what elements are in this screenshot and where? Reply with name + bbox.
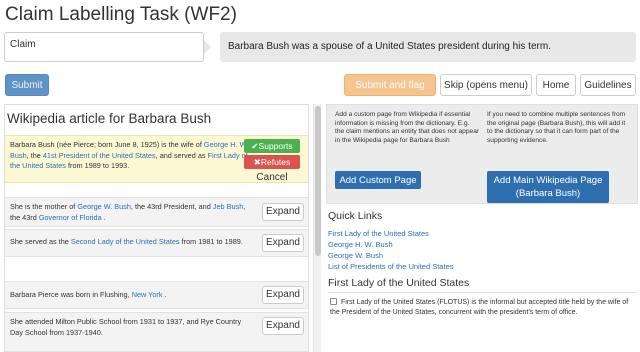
section-sentence: First Lady of the United States (FLOTUS)… <box>330 298 629 316</box>
sentence-text: She served as the Second Lady of the Uni… <box>10 237 243 246</box>
sentence-text: Barbara Pierce was born in Flushing, New… <box>10 290 167 299</box>
sentence-link[interactable]: Second Lady of the United States <box>71 237 180 246</box>
page-title: Claim Labelling Task (WF2) <box>5 4 237 25</box>
sentence-link[interactable]: George W. Bush <box>77 202 131 211</box>
claim-label: Claim <box>4 32 204 62</box>
quick-link[interactable]: George H. W. Bush <box>328 240 393 249</box>
quick-links-title: Quick Links <box>328 210 383 222</box>
sentence-checkbox[interactable] <box>330 298 337 305</box>
guidelines-button[interactable]: Guidelines <box>580 74 636 96</box>
sentence-link[interactable]: Jeb Bush <box>213 202 243 211</box>
section-title: First Lady of the United States <box>328 277 470 289</box>
label-actions: ✔Supports ✖Refutes Cancel <box>244 139 300 187</box>
add-custom-page-button[interactable]: Add Custom Page <box>335 171 421 189</box>
article-heading: Wikipedia article for Barbara Bush <box>7 111 212 126</box>
claim-text: Barbara Bush was a spouse of a United St… <box>220 32 636 62</box>
sentence-item[interactable]: Barbara Pierce was born in Flushing, New… <box>5 281 308 309</box>
sentence-item[interactable]: She attended Milton Public School from 1… <box>5 312 308 352</box>
section-divider <box>328 292 636 293</box>
sentence-link[interactable]: 41st President of the United States <box>43 151 156 160</box>
skip-button[interactable]: Skip (opens menu) <box>440 74 532 96</box>
expand-button[interactable]: Expand <box>262 234 304 252</box>
main-page-help: If you need to combine multiple sentence… <box>487 111 626 144</box>
sentence-link[interactable]: Governor of Florida <box>39 213 102 222</box>
refutes-button[interactable]: ✖Refutes <box>244 155 300 169</box>
scrollbar-thumb[interactable] <box>315 106 321 256</box>
quick-link[interactable]: First Lady of the United States <box>328 229 429 238</box>
quick-link[interactable]: George W. Bush <box>328 251 383 260</box>
wikipedia-article-panel: Wikipedia article for Barbara Bush Barba… <box>4 104 309 352</box>
home-button[interactable]: Home <box>536 74 576 96</box>
submit-and-flag-button[interactable]: Submit and flag <box>344 74 436 96</box>
sentence-link[interactable]: New York <box>132 290 163 299</box>
scrollbar[interactable] <box>313 104 321 352</box>
expand-button[interactable]: Expand <box>262 203 304 221</box>
expand-button[interactable]: Expand <box>262 286 304 304</box>
sentence-item[interactable]: Barbara Bush (née Pierce; born June 8, 1… <box>5 135 308 183</box>
cancel-button[interactable]: Cancel <box>244 171 300 185</box>
add-main-wikipedia-page-button[interactable]: Add Main Wikipedia Page (Barbara Bush) <box>487 171 609 203</box>
quick-links-list: First Lady of the United States George H… <box>328 228 454 272</box>
submit-button[interactable]: Submit <box>5 74 49 96</box>
sentence-item[interactable]: She served as the Second Lady of the Uni… <box>5 229 308 257</box>
custom-page-help: Add a custom page from Wikipedia if esse… <box>335 111 480 144</box>
add-page-panel: Add a custom page from Wikipedia if esse… <box>326 104 638 204</box>
supports-button[interactable]: ✔Supports <box>244 139 300 153</box>
expand-button[interactable]: Expand <box>262 317 304 335</box>
sentence-item[interactable]: She is the mother of George W. Bush, the… <box>5 197 308 227</box>
sentence-text: Barbara Bush (née Pierce; born June 8, 1… <box>10 140 249 170</box>
quick-link[interactable]: List of Presidents of the United States <box>328 262 454 271</box>
claim-arrow <box>204 40 211 54</box>
sentence-text: She attended Milton Public School from 1… <box>10 317 242 337</box>
sentence-text: She is the mother of George W. Bush, the… <box>10 202 246 222</box>
